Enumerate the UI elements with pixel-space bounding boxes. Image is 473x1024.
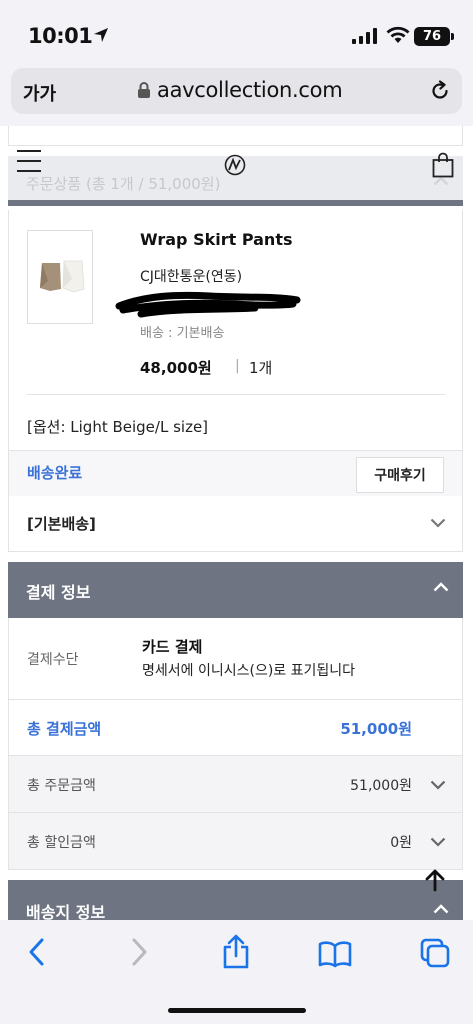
price-qty-separator: |: [235, 358, 240, 374]
courier-name: CJ대한통운(연동): [140, 269, 243, 285]
header-stripe: [8, 200, 463, 206]
chevron-down-icon: [430, 837, 446, 847]
payment-method-label: 결제수단: [27, 652, 79, 668]
product-quantity: 1개: [249, 359, 273, 377]
chevron-up-icon: [433, 582, 449, 592]
order-products-title: 주문상품 (총 1개 / 51,000원): [26, 175, 221, 193]
browser-toolbar: [0, 920, 473, 1024]
share-icon[interactable]: [222, 934, 250, 970]
payment-method-row: 결제수단 카드 결제 명세서에 이니시스(으)로 표기됩니다: [8, 618, 463, 700]
order-total-row[interactable]: 총 주문금액 51,000원: [8, 756, 463, 813]
wifi-icon: [386, 26, 410, 43]
shopping-bag-icon[interactable]: [432, 152, 454, 178]
order-product-item: Wrap Skirt Pants CJ대한통운(연동) 배송 : 기본배송 48…: [8, 210, 463, 496]
product-option: [옵션: Light Beige/L size]: [27, 418, 209, 436]
forward-icon[interactable]: [128, 936, 150, 968]
brand-logo-icon[interactable]: [224, 154, 246, 176]
battery-tip: [451, 33, 454, 40]
reload-icon[interactable]: [429, 80, 451, 102]
total-payment-value: 51,000원: [340, 720, 412, 738]
payment-info-header[interactable]: 결제 정보: [8, 562, 463, 618]
back-icon[interactable]: [26, 936, 48, 968]
chevron-down-icon: [430, 780, 446, 790]
chevron-up-icon: [433, 904, 449, 914]
payment-method-value: 카드 결제: [142, 638, 203, 656]
cellular-signal-icon: [352, 28, 377, 44]
product-price: 48,000원: [140, 359, 212, 377]
tabs-icon[interactable]: [420, 938, 450, 968]
product-divider: [27, 394, 445, 395]
shipping-type: 배송 : 기본배송: [140, 326, 225, 341]
status-bar: 10:01 76: [0, 0, 473, 62]
total-payment-row: 총 결제금액 51,000원: [8, 700, 463, 756]
order-total-label: 총 주문금액: [27, 778, 96, 794]
url-text[interactable]: aavcollection.com: [157, 78, 343, 102]
home-indicator: [168, 1008, 306, 1013]
web-page: 주문상품 (총 1개 / 51,000원) Wrap Skirt Pants C…: [0, 126, 473, 920]
top-divider: [8, 126, 463, 146]
product-image: [40, 260, 85, 293]
order-total-value: 51,000원: [350, 778, 412, 794]
bookmarks-icon[interactable]: [318, 940, 352, 968]
product-name[interactable]: Wrap Skirt Pants: [140, 230, 293, 249]
basic-shipping-row[interactable]: [기본배송]: [8, 496, 463, 552]
basic-shipping-label: [기본배송]: [27, 515, 96, 533]
shipping-info-header[interactable]: 배송지 정보: [8, 880, 463, 920]
text-size-button[interactable]: 가가: [23, 80, 56, 106]
discount-total-value: 0원: [390, 835, 412, 851]
browser-address-area: 가가 aavcollection.com: [0, 62, 473, 126]
discount-total-row[interactable]: 총 할인금액 0원: [8, 813, 463, 870]
scroll-to-top-icon[interactable]: [424, 868, 446, 892]
shipping-info-title: 배송지 정보: [26, 903, 106, 920]
product-thumbnail[interactable]: [27, 230, 93, 324]
status-time: 10:01: [28, 24, 93, 48]
location-arrow-icon: [94, 28, 108, 42]
product-status-row: 배송완료 구매후기: [9, 450, 462, 496]
battery-indicator: 76: [414, 27, 450, 46]
site-menu-icon[interactable]: [17, 150, 41, 180]
total-payment-label: 총 결제금액: [27, 720, 102, 738]
delivery-status: 배송완료: [27, 464, 83, 482]
write-review-button[interactable]: 구매후기: [356, 457, 444, 493]
chevron-down-icon: [430, 518, 446, 528]
lock-icon: [138, 82, 150, 98]
address-bar[interactable]: 가가 aavcollection.com: [11, 68, 462, 114]
redaction-scribble: [115, 291, 301, 318]
payment-info-title: 결제 정보: [26, 583, 91, 602]
discount-total-label: 총 할인금액: [27, 835, 96, 851]
payment-method-note: 명세서에 이니시스(으)로 표기됩니다: [142, 663, 356, 679]
